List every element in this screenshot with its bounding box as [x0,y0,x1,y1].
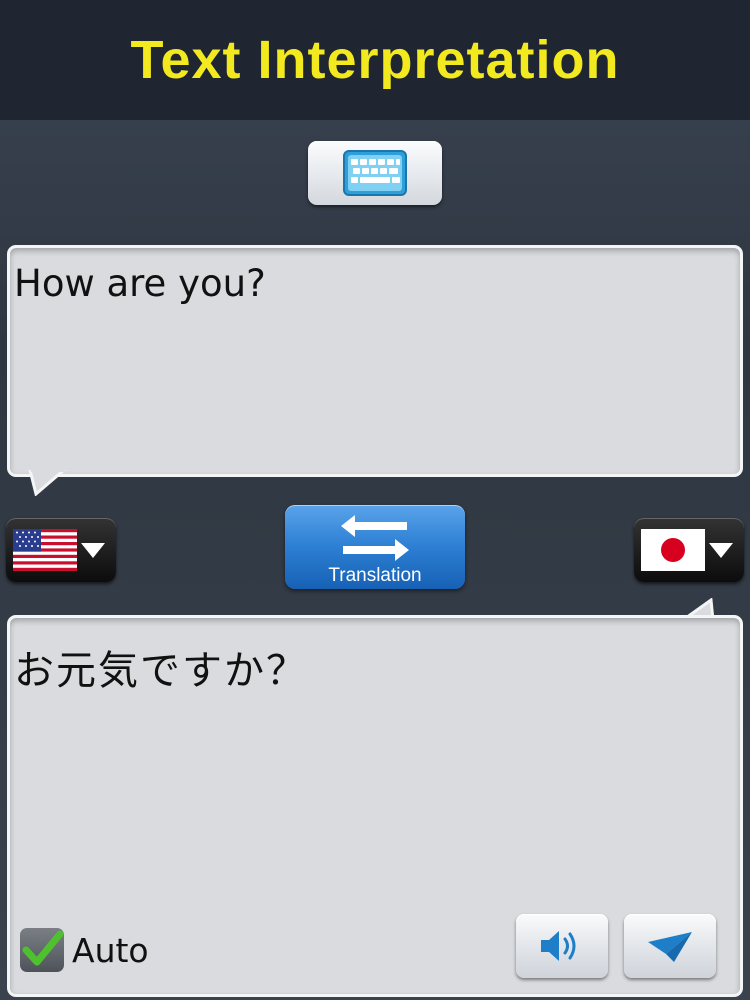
page-title: Text Interpretation [130,30,620,90]
source-text-area[interactable]: How are you? [7,245,743,477]
source-language-selector[interactable] [6,518,116,582]
paper-plane-icon [648,932,692,962]
chevron-down-icon [81,542,105,558]
app-header: Text Interpretation [0,0,750,120]
us-flag-icon [13,529,77,571]
auto-label: Auto [72,930,149,970]
source-text: How are you? [14,262,266,305]
speak-button[interactable] [516,914,608,978]
translation-button[interactable]: Translation [285,505,465,589]
checkmark-icon [22,930,64,966]
chevron-down-icon [709,542,733,558]
japan-flag-icon [641,529,705,571]
translation-label: Translation [328,565,422,586]
auto-checkbox[interactable] [20,928,64,972]
source-bubble-tail [28,470,67,496]
auto-toggle[interactable]: Auto [20,928,149,972]
swap-arrows-icon [341,515,409,561]
keyboard-icon [343,150,407,196]
send-button[interactable] [624,914,716,978]
speaker-icon [541,931,576,961]
target-text: お元気ですか？ [14,648,308,694]
target-language-selector[interactable] [634,518,744,582]
keyboard-button[interactable] [308,141,442,205]
